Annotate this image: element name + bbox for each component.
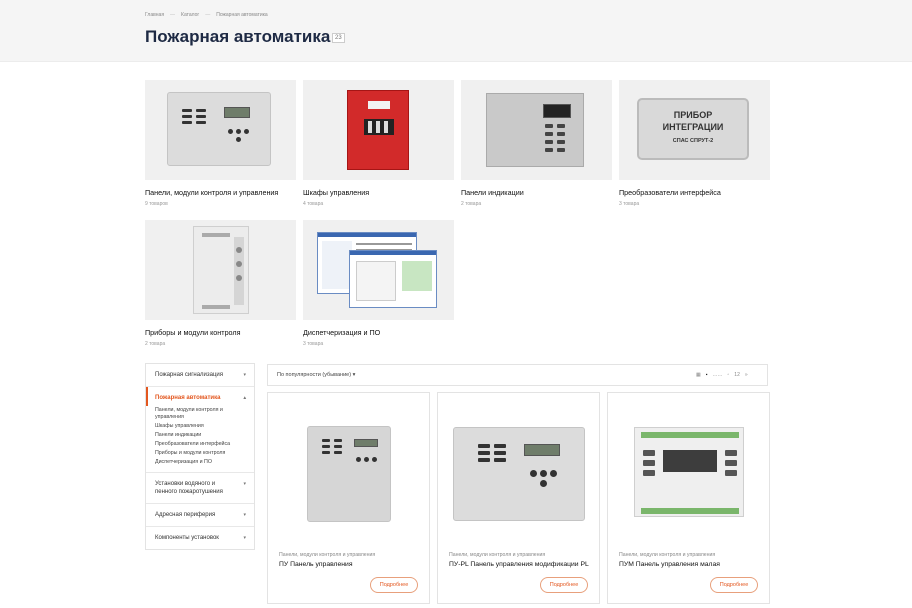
breadcrumb: Главная — Каталог — Пожарная автоматика <box>145 12 268 18</box>
category-image: ПРИБОР ИНТЕГРАЦИИ СПАС СПРУТ-2 <box>619 80 770 180</box>
chevron-up-icon[interactable]: ▴ <box>243 394 246 402</box>
indication-panel-image <box>486 93 584 167</box>
product-title[interactable]: ПУМ Панель управления малая <box>619 561 720 568</box>
breadcrumb-home[interactable]: Главная <box>145 12 164 18</box>
category-card-dispatch[interactable]: Диспетчеризация и ПО 3 товара <box>303 220 454 347</box>
product-title[interactable]: ПУ-PL Панель управления модификации PL <box>449 561 589 568</box>
product-count-badge: 23 <box>332 33 345 43</box>
category-image <box>145 80 296 180</box>
sidebar-item-fire-alarm[interactable]: Пожарная сигнализация ▾ <box>146 364 254 387</box>
sidebar-item-water-foam[interactable]: Установки водяного и пенного пожаротушен… <box>146 473 254 504</box>
product-card[interactable]: Панели, модули контроля и управления ПУМ… <box>607 392 770 604</box>
pagination-dots: …… <box>712 372 723 378</box>
per-page-count[interactable]: 12 <box>734 372 740 378</box>
category-card-devices[interactable]: Приборы и модули контроля 2 товара <box>145 220 296 347</box>
product-category: Панели, модули контроля и управления <box>449 552 546 558</box>
sidebar-item-address-periphery[interactable]: Адресная периферия ▾ <box>146 504 254 527</box>
page-header: Главная — Каталог — Пожарная автоматика … <box>0 0 912 62</box>
product-image[interactable] <box>608 393 769 543</box>
details-button[interactable]: Подробнее <box>710 577 758 593</box>
sidebar-group-active: Пожарная автоматика ▴ Панели, модули кон… <box>146 387 254 473</box>
integration-device-image: ПРИБОР ИНТЕГРАЦИИ СПАС СПРУТ-2 <box>637 98 749 160</box>
sidebar-subitem[interactable]: Панели, модули контроля и управления <box>146 406 254 422</box>
category-count: 3 товара <box>303 341 324 347</box>
product-image[interactable] <box>268 393 429 543</box>
sort-toolbar: По популярности (убывание) ▾ ▦ ▪ …… ▫ 12… <box>267 364 768 386</box>
category-count: 3 товара <box>619 201 640 207</box>
next-page-icon[interactable]: » <box>745 372 748 378</box>
tile-view-icon[interactable]: ▪ <box>706 372 708 378</box>
category-card-cabinets[interactable]: Шкафы управления 4 товара <box>303 80 454 207</box>
breadcrumb-separator: — <box>205 12 211 18</box>
product-card[interactable]: Панели, модули контроля и управления ПУ … <box>267 392 430 604</box>
chevron-down-icon[interactable]: ▾ <box>243 371 246 379</box>
category-count: 2 товара <box>461 201 482 207</box>
din-module-image <box>193 226 249 314</box>
category-count: 2 товара <box>145 341 166 347</box>
category-count: 4 товара <box>303 201 324 207</box>
sidebar-subitem[interactable]: Панели индикации <box>146 431 254 440</box>
page-title: Пожарная автоматика <box>145 27 331 46</box>
breadcrumb-separator: — <box>170 12 176 18</box>
red-cabinet-image <box>347 90 409 170</box>
category-title[interactable]: Шкафы управления <box>303 188 454 197</box>
chevron-down-icon[interactable]: ▾ <box>243 534 246 542</box>
category-title[interactable]: Панели индикации <box>461 188 612 197</box>
product-title[interactable]: ПУ Панель управления <box>279 561 353 568</box>
sidebar-subitem[interactable]: Шкафы управления <box>146 422 254 431</box>
sidebar-item-components[interactable]: Компоненты установок ▾ <box>146 527 254 549</box>
details-button[interactable]: Подробнее <box>370 577 418 593</box>
grid-view-icon[interactable]: ▦ <box>696 372 701 378</box>
category-title[interactable]: Панели, модули контроля и управления <box>145 188 296 197</box>
control-panel-image <box>453 427 585 521</box>
category-image <box>145 220 296 320</box>
category-card-panels[interactable]: Панели, модули контроля и управления 9 т… <box>145 80 296 207</box>
category-card-indication[interactable]: Панели индикации 2 товара <box>461 80 612 207</box>
control-panel-image <box>167 92 271 166</box>
sidebar-subitem[interactable]: Приборы и модули контроля <box>146 449 254 458</box>
view-switcher: ▦ ▪ …… ▫ 12 » <box>696 372 748 378</box>
product-image[interactable] <box>438 393 599 543</box>
chevron-down-icon[interactable]: ▾ <box>243 480 246 488</box>
din-panel-image <box>634 427 744 517</box>
sort-dropdown[interactable]: По популярности (убывание) ▾ <box>277 372 355 378</box>
breadcrumb-current: Пожарная автоматика <box>216 12 268 18</box>
sidebar-item-fire-automation[interactable]: Пожарная автоматика ▴ <box>146 387 254 406</box>
chevron-down-icon: ▾ <box>352 372 356 378</box>
category-title[interactable]: Диспетчеризация и ПО <box>303 328 454 337</box>
list-view-icon[interactable]: ▫ <box>728 372 730 378</box>
category-card-converters[interactable]: ПРИБОР ИНТЕГРАЦИИ СПАС СПРУТ-2 Преобразо… <box>619 80 770 207</box>
category-title[interactable]: Преобразователи интерфейса <box>619 188 770 197</box>
product-category: Панели, модули контроля и управления <box>279 552 376 558</box>
category-title[interactable]: Приборы и модули контроля <box>145 328 296 337</box>
category-count: 9 товаров <box>145 201 168 207</box>
software-screenshot-image <box>349 250 437 308</box>
chevron-down-icon[interactable]: ▾ <box>243 511 246 519</box>
sidebar-subitem[interactable]: Преобразователи интерфейса <box>146 440 254 449</box>
product-card[interactable]: Панели, модули контроля и управления ПУ-… <box>437 392 600 604</box>
sidebar-subitem[interactable]: Диспетчеризация и ПО <box>146 458 254 467</box>
details-button[interactable]: Подробнее <box>540 577 588 593</box>
category-image <box>303 80 454 180</box>
control-panel-image <box>307 426 391 522</box>
category-image <box>461 80 612 180</box>
breadcrumb-catalog[interactable]: Каталог <box>181 12 199 18</box>
product-category: Панели, модули контроля и управления <box>619 552 716 558</box>
category-image <box>303 220 454 320</box>
catalog-sidebar: Пожарная сигнализация ▾ Пожарная автомат… <box>145 363 255 550</box>
